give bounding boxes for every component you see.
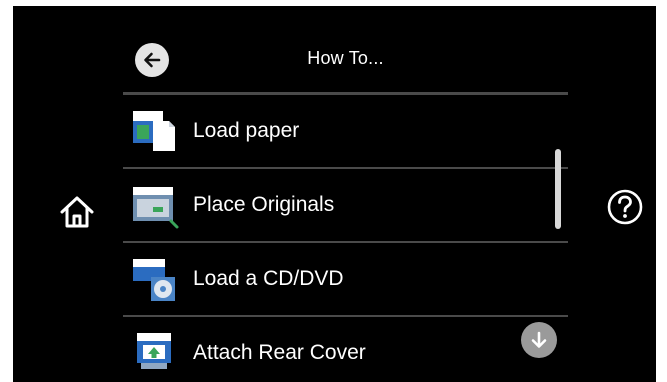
- screen: How To... Load paper Place Originals Loa…: [13, 6, 656, 382]
- list-item-label: Place Originals: [193, 193, 335, 216]
- list-item-label: Load a CD/DVD: [193, 267, 344, 290]
- home-icon: [60, 196, 94, 228]
- list-item-label: Load paper: [193, 119, 300, 142]
- load-paper-icon: [133, 111, 175, 151]
- place-originals-icon: [133, 187, 179, 229]
- list-item-place-originals[interactable]: Place Originals: [123, 169, 556, 241]
- list-item-load-cd-dvd[interactable]: Load a CD/DVD: [123, 243, 556, 315]
- scroll-down-button[interactable]: [521, 322, 557, 358]
- list-item-attach-rear-cover[interactable]: Attach Rear Cover: [123, 317, 556, 382]
- header: How To...: [123, 36, 568, 94]
- attach-rear-cover-icon: [137, 333, 171, 369]
- list-item-label: Attach Rear Cover: [193, 341, 366, 364]
- question-circle-icon: [607, 189, 643, 225]
- load-cd-dvd-icon: [133, 259, 175, 301]
- how-to-list: Load paper Place Originals Load a CD/DVD…: [123, 95, 568, 382]
- list-item-load-paper[interactable]: Load paper: [123, 95, 556, 167]
- arrow-down-icon: [531, 331, 547, 348]
- scrollbar[interactable]: [555, 149, 561, 229]
- home-button[interactable]: [51, 186, 103, 238]
- help-button[interactable]: [599, 181, 651, 233]
- page-title: How To...: [307, 48, 384, 68]
